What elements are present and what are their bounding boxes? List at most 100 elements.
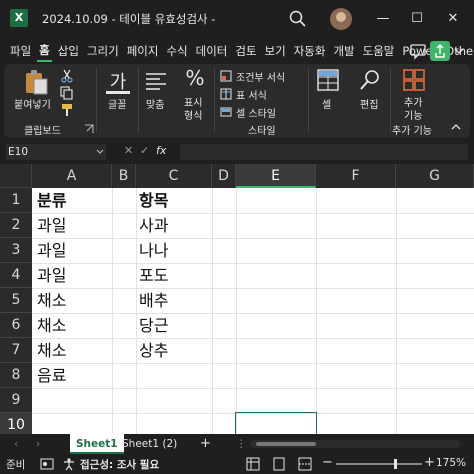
cell-c1[interactable]: 항목 xyxy=(136,188,168,213)
tab-developer[interactable]: 개발 xyxy=(331,41,356,61)
cancel-icon[interactable]: ✕ xyxy=(124,144,133,157)
column-header-a[interactable]: A xyxy=(32,164,112,188)
row-header-2[interactable]: 2 xyxy=(0,213,32,238)
enter-icon[interactable]: ✓ xyxy=(140,144,149,157)
tab-help[interactable]: 도움말 xyxy=(361,41,397,61)
tab-home[interactable]: 홈 xyxy=(37,40,52,62)
dialog-launcher-icon[interactable] xyxy=(84,124,94,134)
row-header-9[interactable]: 9 xyxy=(0,388,32,413)
cell-c5[interactable]: 배추 xyxy=(136,288,168,313)
zoom-slider-thumb[interactable] xyxy=(394,459,397,469)
tab-file[interactable]: 파일 xyxy=(8,41,33,61)
cell-a7[interactable]: 채소 xyxy=(34,338,66,363)
zoom-slider[interactable] xyxy=(336,459,422,469)
scroll-tabs-left-icon[interactable]: ‹ xyxy=(14,434,18,454)
zoom-in-button[interactable]: + xyxy=(424,455,435,470)
name-box[interactable]: E10 xyxy=(6,144,106,160)
minimize-icon[interactable]: — xyxy=(372,8,394,30)
cells-label[interactable]: 셀 xyxy=(322,96,331,111)
cell-a5[interactable]: 채소 xyxy=(34,288,66,313)
cell-a2[interactable]: 과일 xyxy=(34,213,66,238)
cell-a8[interactable]: 음료 xyxy=(34,363,66,388)
conditional-format-label[interactable]: 조건부 서식 xyxy=(236,69,285,84)
cell-c7[interactable]: 상추 xyxy=(136,338,168,363)
close-icon[interactable]: ✕ xyxy=(442,8,464,30)
row-header-3[interactable]: 3 xyxy=(0,238,32,263)
column-header-g[interactable]: G xyxy=(396,164,474,188)
cut-icon[interactable] xyxy=(60,69,74,83)
sheet-tab-sheet1-2[interactable]: Sheet1 (2) xyxy=(122,434,177,454)
table-format-icon[interactable] xyxy=(220,88,232,100)
column-header-c[interactable]: C xyxy=(136,164,212,188)
font-label[interactable]: 글꼴 xyxy=(108,96,126,111)
cell-c6[interactable]: 당근 xyxy=(136,313,168,338)
tab-view[interactable]: 보기 xyxy=(263,41,288,61)
cell-a6[interactable]: 채소 xyxy=(34,313,66,338)
column-header-b[interactable]: B xyxy=(112,164,136,188)
tab-insert[interactable]: 삽입 xyxy=(56,41,81,61)
column-header-f[interactable]: F xyxy=(316,164,396,188)
cell-a1[interactable]: 분류 xyxy=(34,188,66,213)
row-header-6[interactable]: 6 xyxy=(0,313,32,338)
scrollbar-thumb[interactable] xyxy=(256,442,316,446)
sheet-tab-sheet1[interactable]: Sheet1 xyxy=(70,434,124,454)
add-sheet-button[interactable]: + xyxy=(200,434,211,454)
column-header-e[interactable]: E xyxy=(236,164,316,188)
table-format-label[interactable]: 표 서식 xyxy=(236,87,267,102)
tab-review[interactable]: 검토 xyxy=(233,41,258,61)
align-label[interactable]: 맞춤 xyxy=(146,96,164,111)
tab-data[interactable]: 데이터 xyxy=(194,41,230,61)
paste-icon[interactable] xyxy=(22,68,50,96)
chevron-up-icon[interactable] xyxy=(450,122,462,132)
row-header-7[interactable]: 7 xyxy=(0,338,32,363)
copy-icon[interactable] xyxy=(60,86,74,100)
row-header-4[interactable]: 4 xyxy=(0,263,32,288)
row-header-5[interactable]: 5 xyxy=(0,288,32,313)
cell-a3[interactable]: 과일 xyxy=(34,238,66,263)
comment-icon[interactable] xyxy=(408,41,428,61)
cell-style-icon[interactable] xyxy=(220,106,232,118)
add-ins-icon[interactable] xyxy=(402,68,426,92)
cell-style-label[interactable]: 셀 스타일 xyxy=(236,105,276,120)
cell-c2[interactable]: 사과 xyxy=(136,213,168,238)
conditional-format-icon[interactable] xyxy=(220,70,232,82)
avatar[interactable] xyxy=(330,8,352,30)
align-icon[interactable] xyxy=(144,69,168,93)
chevron-down-icon[interactable] xyxy=(96,148,104,156)
macro-record-icon[interactable] xyxy=(40,457,54,471)
format-painter-icon[interactable] xyxy=(60,103,74,117)
page-layout-icon[interactable] xyxy=(272,457,286,471)
chevron-down-icon[interactable] xyxy=(452,41,466,61)
cell-c3[interactable]: 나나 xyxy=(136,238,168,263)
row-header-10[interactable]: 10 xyxy=(0,413,32,434)
number-format-label-2[interactable]: 형식 xyxy=(184,107,202,122)
accessibility-icon[interactable] xyxy=(62,457,76,471)
paste-label[interactable]: 붙여넣기 xyxy=(14,96,51,111)
active-cell-e10[interactable] xyxy=(235,412,317,434)
spreadsheet-grid[interactable]: A B C D E F G 1 2 3 4 5 6 7 8 9 10 분류 항목… xyxy=(0,164,474,434)
cells-icon[interactable] xyxy=(316,68,340,92)
search-icon[interactable] xyxy=(288,9,308,29)
tab-page-layout[interactable]: 페이지 xyxy=(125,41,161,61)
cell-c4[interactable]: 포도 xyxy=(136,263,168,288)
select-all-corner[interactable] xyxy=(0,164,32,188)
cell-a4[interactable]: 과일 xyxy=(34,263,66,288)
zoom-level[interactable]: 175% xyxy=(436,457,466,469)
share-icon[interactable] xyxy=(430,41,450,61)
add-ins-label-2[interactable]: 기능 xyxy=(404,107,422,122)
zoom-out-button[interactable]: − xyxy=(322,455,333,470)
accessibility-status[interactable]: 접근성: 조사 필요 xyxy=(80,457,159,472)
row-header-1[interactable]: 1 xyxy=(0,188,32,213)
tab-draw[interactable]: 그리기 xyxy=(85,41,121,61)
row-header-8[interactable]: 8 xyxy=(0,363,32,388)
formula-input[interactable] xyxy=(180,144,468,160)
percent-icon[interactable]: % xyxy=(184,66,206,94)
scroll-tabs-right-icon[interactable]: › xyxy=(36,434,40,454)
font-icon[interactable]: 가 xyxy=(106,68,130,94)
page-break-icon[interactable] xyxy=(298,457,312,471)
tab-automate[interactable]: 자동화 xyxy=(292,41,328,61)
maximize-icon[interactable]: ☐ xyxy=(406,8,428,30)
normal-view-icon[interactable] xyxy=(246,457,260,471)
edit-label[interactable]: 편집 xyxy=(360,96,378,111)
insert-function-icon[interactable]: fx xyxy=(156,144,166,157)
